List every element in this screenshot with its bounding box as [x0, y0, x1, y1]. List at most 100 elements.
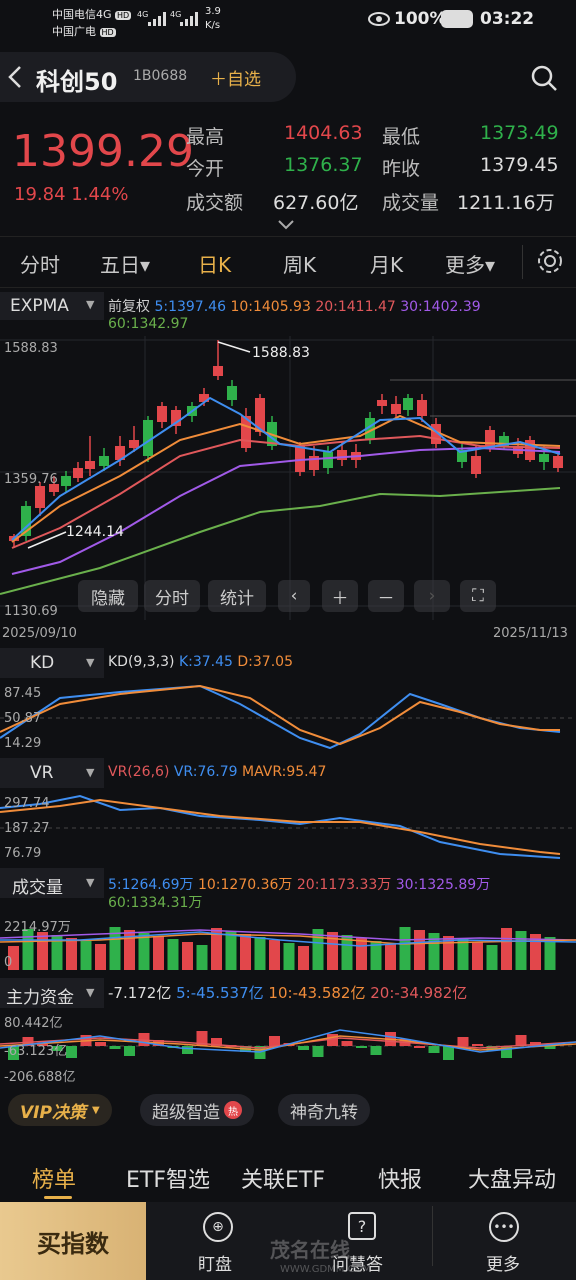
- tab-minute[interactable]: 分时: [20, 249, 60, 278]
- watermark-url: WWW.GDMM.COM: [280, 1264, 372, 1275]
- volume-label: 成交量: [382, 192, 440, 214]
- candle-body: [323, 452, 333, 468]
- tab-news[interactable]: 快报: [378, 1162, 422, 1194]
- zoom-out-icon[interactable]: －: [368, 580, 404, 612]
- intraday-label: 分时: [155, 588, 189, 609]
- ma10-value: 10:1405.93: [230, 299, 311, 315]
- battery-percent: 100%: [394, 9, 447, 29]
- magic-nine-chip[interactable]: 神奇九转: [278, 1094, 370, 1126]
- tab-etf-pick[interactable]: ETF智选: [126, 1162, 210, 1194]
- change-value: 19.84: [14, 184, 66, 205]
- mavr-value: MAVR:95.47: [241, 764, 327, 780]
- stats-label: 统计: [220, 588, 254, 609]
- tab-day-k[interactable]: 日K: [198, 249, 231, 278]
- fund-bar: [356, 1046, 367, 1048]
- page-title: 科创50: [36, 68, 118, 96]
- candle-body: [337, 450, 347, 460]
- vr-value: VR:76.79: [173, 764, 238, 780]
- volume-bar: [269, 940, 280, 970]
- more-label: 更多: [486, 1255, 520, 1275]
- vip-label: VIP决策: [20, 1102, 86, 1123]
- vip-decision-button[interactable]: VIP决策 ▼: [8, 1094, 112, 1126]
- indicator-selector[interactable]: EXPMA ▼: [0, 292, 104, 320]
- tab-more[interactable]: 更多▾: [445, 249, 495, 278]
- hide-button[interactable]: 隐藏: [78, 580, 138, 612]
- more-button[interactable]: ••• 更多: [476, 1208, 536, 1275]
- fund-chart: [0, 1029, 576, 1060]
- super-manufacturing-chip[interactable]: 超级智造热: [140, 1094, 254, 1126]
- more-dots-icon: •••: [489, 1212, 519, 1242]
- dropdown-icon: ▼: [86, 986, 95, 999]
- crosshair-icon: ⊕: [203, 1212, 233, 1242]
- volume-bar: [414, 930, 425, 970]
- vr-chart: [0, 794, 576, 859]
- high-marker: [217, 341, 251, 353]
- volume-legend: 5:1264.69万 10:1270.36万 20:1173.33万 30:13…: [108, 874, 490, 894]
- fund-bar: [472, 1044, 483, 1046]
- candle-body: [471, 456, 481, 474]
- tab-related-etf[interactable]: 关联ETF: [241, 1162, 325, 1194]
- stats-button[interactable]: 统计: [208, 580, 266, 612]
- chevron-right-icon[interactable]: ›: [414, 580, 450, 612]
- add-watch-button[interactable]: ＋自选: [210, 65, 261, 90]
- gear-icon[interactable]: [536, 247, 564, 279]
- volume-bar: [167, 939, 179, 970]
- tab-month-k[interactable]: 月K: [370, 249, 403, 278]
- fund-name: 主力资金: [6, 988, 74, 1008]
- candle-body: [129, 440, 139, 448]
- kd-selector[interactable]: KD ▼: [0, 648, 104, 678]
- ma-legend: 前复权 5:1397.46 10:1405.93 20:1411.47 30:1…: [108, 296, 481, 316]
- expand-chevron-icon[interactable]: [276, 216, 296, 235]
- clock: 03:22: [480, 9, 535, 29]
- status-bar: 中国电信4G HD 中国广电 HD 4G 4G 3.9 K/s 100% 03:…: [0, 0, 576, 48]
- ma60-value: 60:1342.97: [108, 316, 189, 332]
- volume-bar: [283, 943, 295, 970]
- zoom-in-icon[interactable]: ＋: [322, 580, 358, 612]
- volume-bar: [254, 937, 266, 970]
- network-1: 4G: [137, 10, 149, 19]
- chevron-left-icon[interactable]: ‹: [278, 580, 310, 612]
- fund-bar: [182, 1046, 193, 1054]
- intraday-button[interactable]: 分时: [144, 580, 200, 612]
- current-price: 1399.29: [12, 126, 194, 177]
- speed-unit: K/s: [205, 20, 221, 31]
- volume-bar: [240, 934, 251, 970]
- ma5-value: 5:1397.46: [154, 299, 226, 315]
- vr-selector[interactable]: VR ▼: [0, 758, 104, 788]
- fullscreen-icon[interactable]: ⛶: [460, 580, 496, 612]
- super-label: 超级智造: [152, 1102, 220, 1123]
- buy-index-button[interactable]: 买指数: [0, 1202, 146, 1280]
- tab-rank[interactable]: 榜单: [32, 1162, 76, 1194]
- adjust-mode[interactable]: 前复权: [108, 299, 150, 315]
- tab-market-alert[interactable]: 大盘异动: [468, 1162, 556, 1194]
- volume-bar: [37, 932, 48, 970]
- top-bar: 科创50 1B0688 ＋自选: [0, 50, 576, 106]
- amount-label: 成交额: [186, 192, 244, 214]
- vol-y1: 2214.97万: [4, 920, 71, 935]
- footer-bar: 买指数 ⊕ 盯盘 ? 问慧答 ••• 更多 茂名在线 WWW.GDMM.COM: [0, 1202, 576, 1280]
- back-icon[interactable]: [6, 64, 24, 90]
- tab-week-k[interactable]: 周K: [283, 249, 316, 278]
- signal-icon-2: [180, 12, 198, 29]
- candle-body: [85, 461, 95, 469]
- candle-body: [553, 456, 563, 468]
- fund-selector[interactable]: 主力资金 ▼: [0, 978, 104, 1008]
- price-change: 19.84 1.44%: [14, 184, 128, 205]
- amount-value: 627.60亿: [273, 192, 359, 214]
- watch-button[interactable]: ⊕ 盯盘: [188, 1208, 248, 1275]
- y-axis-mid: 1359.76: [4, 472, 58, 487]
- volume-selector[interactable]: 成交量 ▼: [0, 868, 104, 898]
- vr-y3: 76.79: [4, 846, 42, 861]
- kd-d: D:37.05: [237, 654, 293, 670]
- high-label: 1588.83: [252, 345, 310, 361]
- fund-ma20: 20:-34.982亿: [370, 984, 468, 1002]
- candle-body: [157, 406, 167, 422]
- tab-five-day[interactable]: 五日▾: [100, 249, 150, 278]
- volume-name: 成交量: [12, 878, 63, 898]
- candle-body: [403, 398, 413, 410]
- vr-params: VR(26,6): [108, 764, 170, 780]
- vol-ma60: 60:1334.31万: [108, 895, 203, 911]
- search-icon[interactable]: [530, 64, 558, 96]
- ma-line-0: [0, 487, 561, 595]
- fund-bar: [124, 1046, 135, 1056]
